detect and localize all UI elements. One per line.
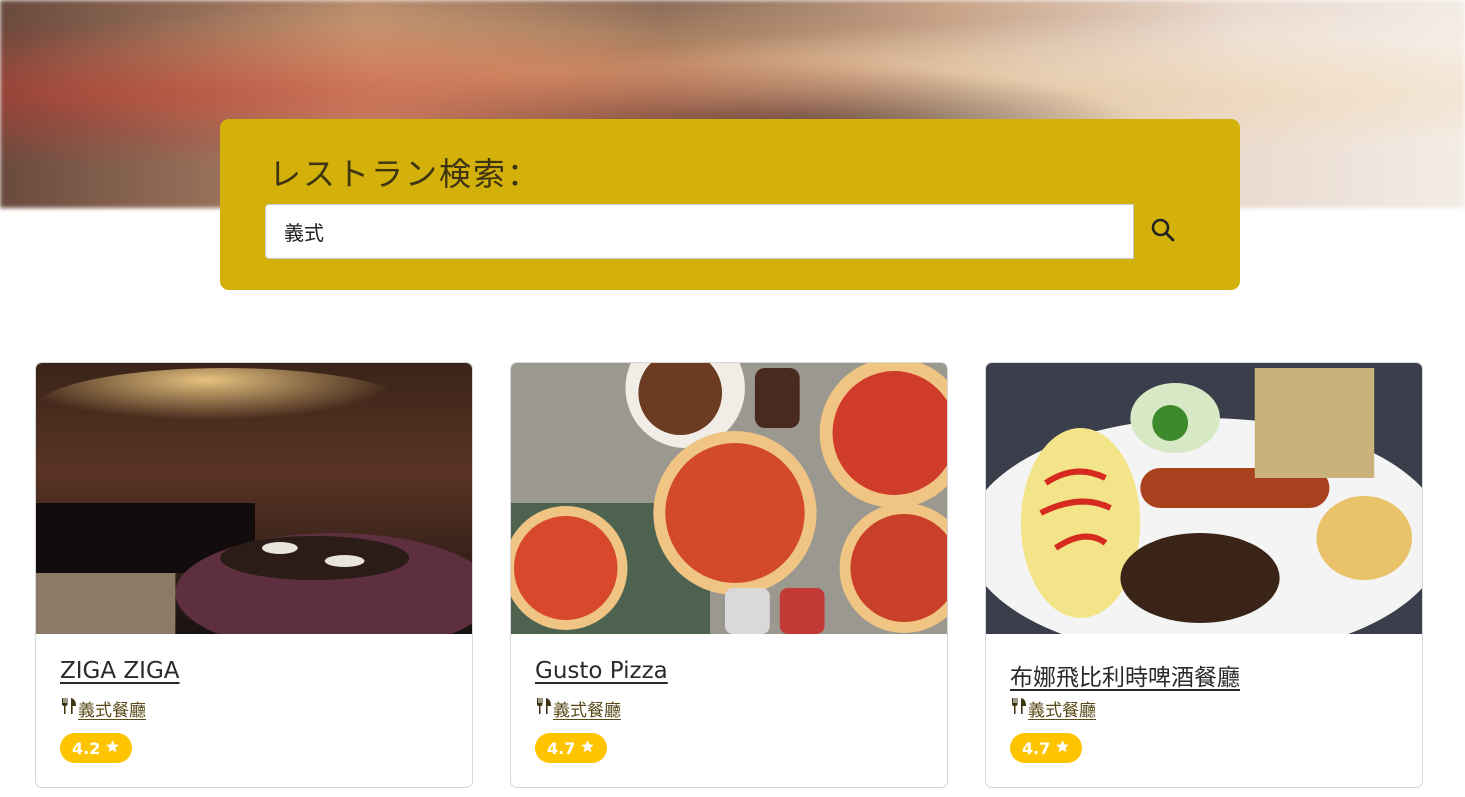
restaurant-card[interactable]: 布娜飛比利時啤酒餐廳 義式餐廳 4.7 (985, 362, 1423, 788)
restaurant-name[interactable]: ZIGA ZIGA (60, 658, 180, 684)
rating-badge: 4.7 (535, 733, 608, 763)
restaurant-category[interactable]: 義式餐廳 (60, 696, 146, 721)
restaurant-card[interactable]: ZIGA ZIGA 義式餐廳 4.2 (35, 362, 473, 788)
rating-value: 4.7 (547, 738, 576, 758)
star-icon (105, 739, 120, 758)
restaurant-name[interactable]: 布娜飛比利時啤酒餐廳 (1010, 658, 1240, 692)
restaurant-photo[interactable] (986, 363, 1422, 634)
star-icon (1055, 739, 1070, 758)
rating-badge: 4.2 (60, 733, 133, 763)
restaurant-card[interactable]: Gusto Pizza 義式餐廳 4.7 (510, 362, 948, 788)
restaurant-category[interactable]: 義式餐廳 (535, 696, 621, 721)
search-input[interactable] (265, 204, 1134, 259)
restaurant-photo[interactable] (36, 363, 472, 634)
category-label: 義式餐廳 (78, 701, 146, 721)
rating-value: 4.2 (72, 738, 101, 758)
restaurant-name[interactable]: Gusto Pizza (535, 658, 668, 684)
utensils-icon (60, 697, 78, 720)
star-icon (580, 739, 595, 758)
search-icon (1150, 217, 1176, 247)
category-label: 義式餐廳 (1028, 701, 1096, 721)
restaurant-category[interactable]: 義式餐廳 (1010, 696, 1096, 721)
search-button[interactable] (1134, 204, 1192, 259)
restaurant-photo[interactable] (511, 363, 947, 634)
utensils-icon (1010, 697, 1028, 720)
search-panel: レストラン検索： (220, 119, 1240, 290)
rating-badge: 4.7 (1010, 733, 1083, 763)
utensils-icon (535, 697, 553, 720)
rating-value: 4.7 (1022, 738, 1051, 758)
search-title: レストラン検索： (269, 155, 542, 193)
category-label: 義式餐廳 (553, 701, 621, 721)
